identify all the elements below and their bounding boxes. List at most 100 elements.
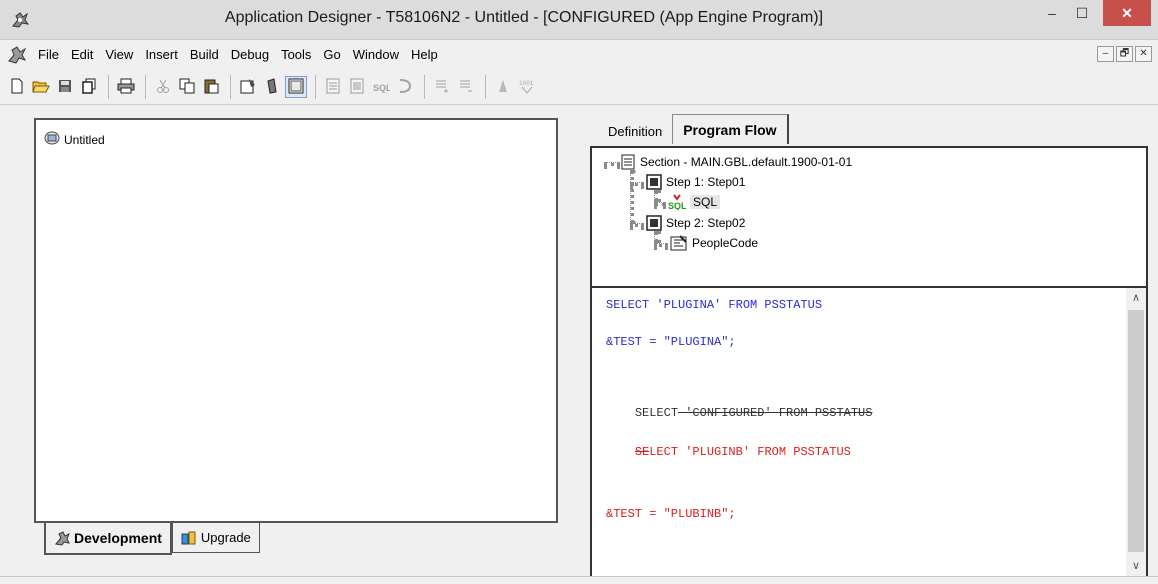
run-icon	[495, 78, 511, 97]
tab-upgrade-label: Upgrade	[200, 530, 251, 545]
scroll-up-icon[interactable]: ∧	[1126, 288, 1146, 308]
menu-tools[interactable]: Tools	[275, 42, 317, 68]
step-icon	[646, 174, 662, 190]
document-menu-icon[interactable]	[6, 44, 28, 66]
tree-connector	[630, 170, 634, 224]
workspace-tabs: Development Upgrade	[44, 523, 260, 555]
insert-sql-button[interactable]: SQL	[370, 76, 392, 98]
menu-help[interactable]: Help	[405, 42, 444, 68]
tab-program-flow[interactable]: Program Flow	[672, 114, 789, 144]
title-bar: Application Designer - T58106N2 - Untitl…	[0, 0, 1158, 40]
step2-label: Step 2: Step02	[666, 216, 746, 230]
copy-button[interactable]	[176, 76, 198, 98]
menu-view[interactable]: View	[99, 42, 139, 68]
program-flow-tree: Section - MAIN.GBL.default.1900-01-01 St…	[590, 146, 1148, 286]
vertical-scrollbar[interactable]: ∧ ∨	[1126, 288, 1146, 576]
mdi-close-button[interactable]: ✕	[1135, 46, 1152, 62]
open-folder-icon	[32, 78, 50, 97]
maximize-button[interactable]: ☐	[1068, 0, 1096, 26]
close-button[interactable]: ✕	[1103, 0, 1151, 26]
svg-text:1001: 1001	[519, 80, 534, 87]
menu-edit[interactable]: Edit	[65, 42, 99, 68]
sql-label: SQL	[690, 195, 721, 209]
paste-button[interactable]	[200, 76, 222, 98]
mdi-controls: – 🗗 ✕	[1097, 46, 1152, 62]
development-icon	[54, 530, 70, 546]
save-icon	[57, 78, 73, 97]
menu-window[interactable]: Window	[347, 42, 405, 68]
toolbar-separator	[145, 75, 146, 99]
scroll-down-icon[interactable]: ∨	[1126, 556, 1146, 576]
save-all-button[interactable]	[78, 76, 100, 98]
code-token: LECT 'PLUGINB' FROM PSSTATUS	[649, 445, 851, 459]
printer-icon	[117, 78, 135, 97]
menu-go[interactable]: Go	[317, 42, 346, 68]
mdi-minimize-button[interactable]: –	[1097, 46, 1114, 62]
tab-development[interactable]: Development	[44, 523, 172, 555]
code-line: &TEST = "PLUBINB";	[606, 507, 736, 521]
code-line: SELECT 'PLUGINB' FROM PSSTATUS	[606, 431, 851, 473]
mdi-restore-button[interactable]: 🗗	[1116, 46, 1133, 62]
section-node[interactable]: Section - MAIN.GBL.default.1900-01-01	[620, 154, 852, 170]
tree-connector	[604, 162, 620, 166]
tab-upgrade[interactable]: Upgrade	[171, 523, 260, 553]
insert-step-button[interactable]	[346, 76, 368, 98]
open-button[interactable]	[30, 76, 52, 98]
insert-before-button[interactable]	[431, 76, 453, 98]
project-workspace-toggle[interactable]	[285, 76, 307, 98]
save-all-icon	[81, 78, 97, 97]
section-icon	[325, 78, 341, 97]
code-view[interactable]: SELECT 'PLUGINA' FROM PSSTATUS &TEST = "…	[590, 286, 1148, 578]
minimize-button[interactable]: –	[1038, 0, 1066, 26]
insert-after-button[interactable]	[455, 76, 477, 98]
save-button[interactable]	[54, 76, 76, 98]
properties-icon	[240, 78, 256, 97]
upgrade-icon	[181, 530, 197, 546]
menu-bar: File Edit View Insert Build Debug Tools …	[0, 42, 1158, 68]
peoplecode-icon	[397, 78, 413, 97]
cut-button[interactable]	[152, 76, 174, 98]
project-root-label: Untitled	[64, 132, 105, 147]
scissors-icon	[155, 78, 171, 97]
step-node[interactable]: Step 2: Step02	[646, 215, 745, 231]
svg-text:SQL: SQL	[668, 201, 686, 210]
properties-button[interactable]	[237, 76, 259, 98]
project-root-node[interactable]: Untitled	[44, 130, 105, 149]
binary-icon: 1001	[519, 78, 535, 97]
menu-insert[interactable]: Insert	[139, 42, 184, 68]
menu-build[interactable]: Build	[184, 42, 225, 68]
insert-peoplecode-button[interactable]	[394, 76, 416, 98]
toolbar-separator	[485, 75, 486, 99]
toolbar: SQL 1001	[0, 70, 1158, 104]
insert-after-icon	[458, 78, 474, 97]
code-token-struck: SE	[634, 445, 650, 459]
scroll-thumb[interactable]	[1128, 310, 1144, 552]
tree-connector	[630, 182, 644, 186]
project-icon	[264, 77, 280, 97]
run-button[interactable]	[492, 76, 514, 98]
tree-connector	[654, 202, 666, 206]
peoplecode-icon	[670, 235, 688, 251]
menu-debug[interactable]: Debug	[225, 42, 275, 68]
sql-icon: SQL	[668, 194, 686, 210]
section-label: Section - MAIN.GBL.default.1900-01-01	[640, 155, 853, 169]
copy-icon	[179, 78, 195, 97]
svg-text:SQL: SQL	[373, 83, 390, 93]
step-node[interactable]: Step 1: Step01	[646, 174, 745, 190]
print-button[interactable]	[115, 76, 137, 98]
step1-label: Step 1: Step01	[666, 175, 746, 189]
project-icon	[44, 130, 60, 149]
new-button[interactable]	[6, 76, 28, 98]
sql-node[interactable]: SQL SQL	[668, 194, 721, 210]
menu-file[interactable]: File	[32, 42, 65, 68]
toolbar-divider	[0, 104, 1158, 105]
code-line: SELECT 'CONFIGURED' FROM PSSTATUS	[606, 392, 873, 434]
project-button[interactable]	[261, 76, 283, 98]
step-icon	[646, 215, 662, 231]
peoplecode-node[interactable]: PeopleCode	[670, 235, 758, 251]
code-token-struck: 'CONFIGURED' FROM PSSTATUS	[678, 406, 873, 420]
insert-section-button[interactable]	[322, 76, 344, 98]
tab-definition[interactable]: Definition	[598, 118, 672, 144]
debug-button[interactable]: 1001	[516, 76, 538, 98]
tab-development-label: Development	[74, 530, 162, 546]
